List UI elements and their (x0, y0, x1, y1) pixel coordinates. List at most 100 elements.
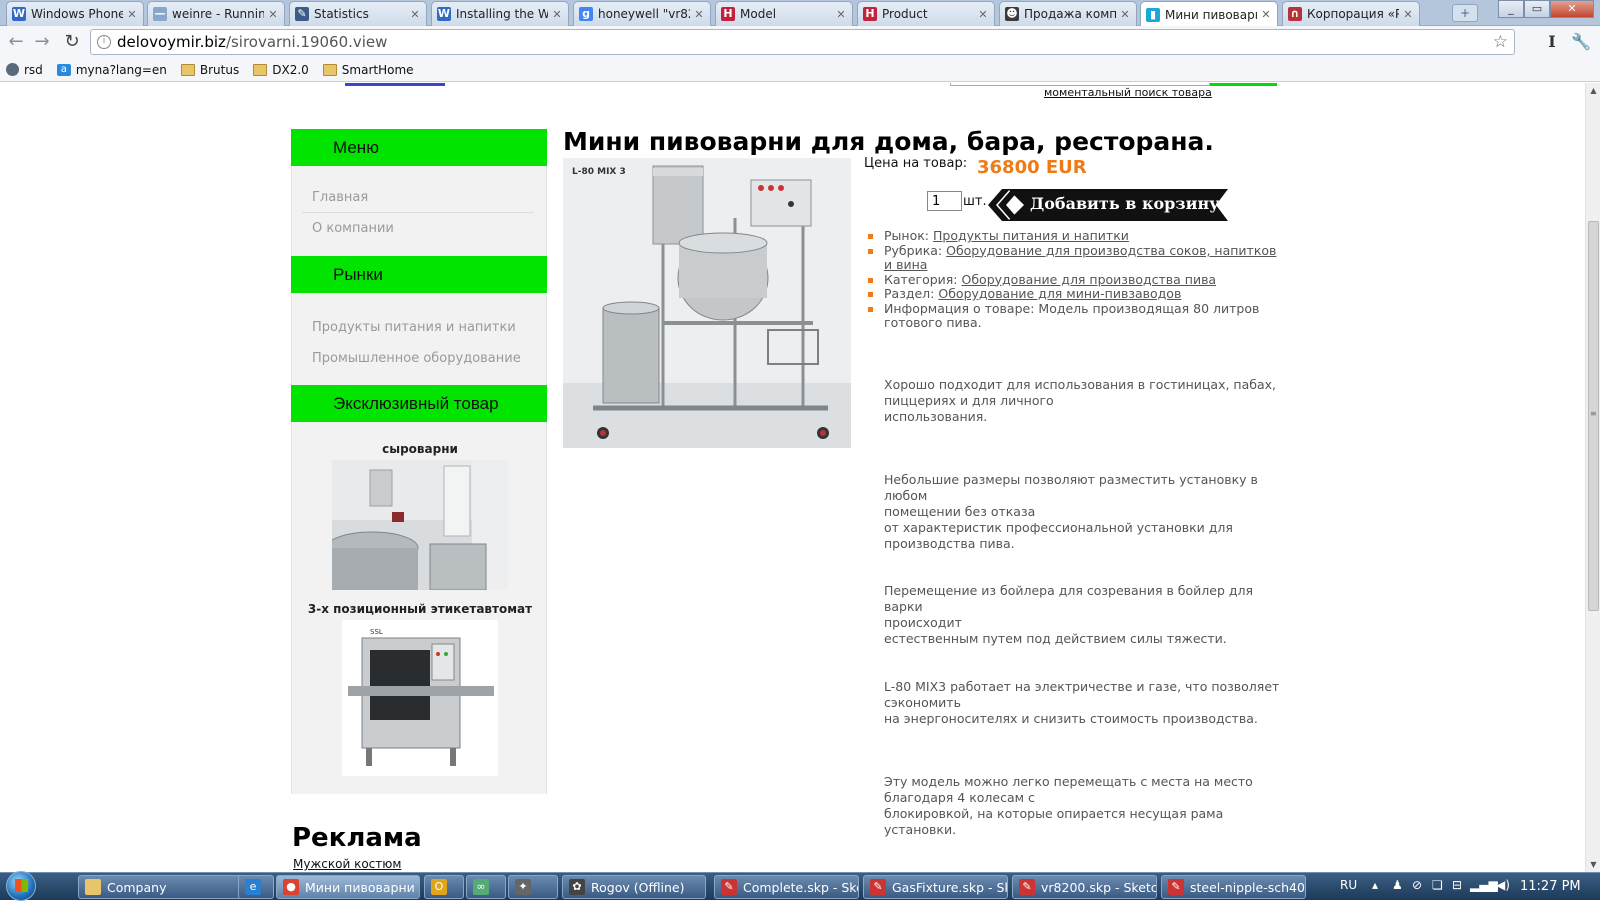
close-icon[interactable]: ✕ (409, 8, 421, 21)
new-tab-button[interactable]: + (1452, 4, 1478, 22)
taskbar-item-app[interactable]: ∞ (466, 875, 506, 899)
taskbar-item-app[interactable]: ✦ (508, 875, 558, 899)
minimize-button[interactable]: _ (1498, 0, 1524, 18)
taskbar-item-ie[interactable]: e (238, 875, 274, 899)
fact-label: Информация о товаре: (884, 300, 1035, 316)
wrench-icon[interactable]: 🔧 (1570, 31, 1592, 53)
tab-prodazha[interactable]: ☻ Продажа компле ✕ (999, 1, 1137, 26)
messenger-icon: ✿ (569, 879, 585, 895)
bookmark-star-icon[interactable]: ☆ (1493, 32, 1508, 52)
bookmark-myna[interactable]: a myna?lang=en (56, 63, 167, 77)
window-close-button[interactable]: ✕ (1550, 0, 1594, 18)
page-info-icon[interactable]: i (97, 35, 111, 49)
price-label: Цена на товар: (864, 156, 968, 171)
tab-label: weinre - Running (172, 7, 264, 21)
fact-info: Информация о товаре: Модель производящая… (868, 300, 1288, 331)
tab-honeywell[interactable]: g honeywell "vr8200 ✕ (573, 1, 711, 26)
maximize-button[interactable]: ▭ (1524, 0, 1550, 18)
extension-icon[interactable]: I (1541, 31, 1563, 53)
network-icon[interactable]: ▂▄▆ (1470, 878, 1498, 892)
description-line: Перемещение из бойлера для созревания в … (884, 583, 1254, 614)
close-icon[interactable]: ✕ (1402, 8, 1414, 21)
tray-app-icon[interactable]: ♟ (1392, 878, 1403, 892)
chrome-icon: ● (283, 879, 299, 895)
tab-model[interactable]: H Model ✕ (715, 1, 853, 26)
start-button[interactable] (6, 871, 36, 901)
fact-link[interactable]: Оборудование для мини-пивзаводов (938, 286, 1181, 301)
cheese-vat-image[interactable] (325, 460, 508, 591)
taskbar-item-sketchup[interactable]: ✎ GasFixture.skp - Sk... (863, 875, 1008, 899)
markets-header: Рынки (291, 256, 547, 293)
tray-app-icon[interactable]: ⊘ (1412, 878, 1422, 892)
tab-windows-phone[interactable]: W Windows Phone M ✕ (6, 1, 144, 26)
fact-link[interactable]: Оборудование для производства соков, нап… (884, 243, 1276, 273)
taskbar-item-messenger[interactable]: ✿ Rogov (Offline) (562, 875, 706, 899)
fact-link[interactable]: Продукты питания и напитки (933, 228, 1129, 243)
tray-app-icon[interactable]: ⊟ (1452, 878, 1462, 892)
bookmark-rsd[interactable]: rsd (6, 63, 43, 77)
taskbar-item-outlook[interactable]: O (424, 875, 464, 899)
back-arrow-icon[interactable]: ← (4, 30, 28, 54)
tab-korporaciya[interactable]: ∩ Корпорация «Рос ✕ (1282, 1, 1420, 26)
fact-link[interactable]: Оборудование для производства пива (962, 272, 1217, 287)
bookmark-brutus[interactable]: Brutus (180, 63, 239, 77)
close-icon[interactable]: ✕ (977, 8, 989, 21)
description-paragraph: Эту модель можно легко перемещать с мест… (884, 774, 1284, 838)
scroll-up-icon[interactable]: ▲ (1586, 83, 1600, 98)
taskbar-item-sketchup[interactable]: ✎ vr8200.skp - Sketch... (1012, 875, 1157, 899)
product-image[interactable]: L-80 MIX 3 (563, 158, 851, 448)
description-line: L-80 MIX3 работает на электричестве и га… (884, 679, 1280, 694)
quantity-input[interactable] (927, 191, 962, 211)
exclusive-item-title[interactable]: 3-х позиционный этикетавтомат (292, 602, 548, 616)
forward-arrow-icon[interactable]: → (30, 30, 54, 54)
search-button[interactable] (1210, 83, 1277, 86)
quantity-unit: шт. (963, 194, 987, 209)
labeling-machine-image[interactable]: SSL (342, 620, 498, 776)
tray-expand-icon[interactable]: ▴ (1372, 878, 1378, 892)
volume-icon[interactable]: ◀) (1496, 878, 1510, 892)
bookmark-dx20[interactable]: DX2.0 (253, 63, 309, 77)
tab-statistics[interactable]: ✎ Statistics ✕ (289, 1, 427, 26)
close-icon[interactable]: ✕ (551, 8, 563, 21)
scroll-down-icon[interactable]: ▼ (1586, 857, 1600, 872)
tab-product[interactable]: H Product ✕ (857, 1, 995, 26)
price-value: 36800 EUR (977, 157, 1087, 178)
bookmark-label: rsd (24, 62, 43, 77)
address-bar[interactable]: i delovoymir.biz/sirovarni.19060.view ☆ (90, 29, 1515, 55)
description-line: происходит (884, 615, 962, 630)
ads-link[interactable]: Мужской костюм (293, 857, 401, 871)
close-icon[interactable]: ✕ (693, 8, 705, 21)
tab-label: Product (882, 7, 928, 21)
instant-search-link[interactable]: моментальный поиск товара (1044, 86, 1212, 99)
taskbar-item-sketchup[interactable]: ✎ Complete.skp - Ske... (714, 875, 859, 899)
menu-item-about[interactable]: О компании (312, 221, 394, 236)
exclusive-item-title[interactable]: сыроварни (292, 442, 548, 456)
close-icon[interactable]: ✕ (1119, 8, 1131, 21)
page-scrollbar[interactable]: ▲ ≡ ▼ (1585, 83, 1600, 872)
bookmark-smarthome[interactable]: SmartHome (322, 63, 414, 77)
taskbar-item-chrome[interactable]: ● Мини пивоварни ... (276, 875, 420, 899)
model-label: L-80 MIX 3 (572, 167, 626, 177)
market-item-food[interactable]: Продукты питания и напитки (312, 320, 516, 335)
clock[interactable]: 11:27 PM (1520, 879, 1581, 894)
markets-list: Продукты питания и напитки Промышленное … (291, 293, 547, 385)
page-icon: ▮ (1146, 7, 1160, 22)
tab-mini-pivovarni[interactable]: ▮ Мини пивоварни ✕ (1140, 1, 1278, 27)
tray-app-icon[interactable]: ❏ (1432, 878, 1443, 892)
close-icon[interactable]: ✕ (1260, 8, 1272, 21)
add-to-cart-button[interactable] (988, 189, 1228, 221)
taskbar-item-company[interactable]: Company (78, 875, 264, 899)
tab-weinre[interactable]: — weinre - Running ✕ (147, 1, 285, 26)
reload-icon[interactable]: ↻ (60, 30, 84, 54)
taskbar-item-sketchup[interactable]: ✎ steel-nipple-sch40... (1161, 875, 1306, 899)
nav-tab-bar[interactable] (345, 83, 445, 86)
market-item-industrial[interactable]: Промышленное оборудование (312, 351, 521, 366)
close-icon[interactable]: ✕ (126, 8, 138, 21)
close-icon[interactable]: ✕ (835, 8, 847, 21)
menu-item-home[interactable]: Главная (312, 190, 368, 205)
language-indicator[interactable]: RU (1340, 878, 1357, 892)
url-path: /sirovarni.19060.view (225, 33, 388, 51)
close-icon[interactable]: ✕ (267, 8, 279, 21)
tab-installing[interactable]: W Installing the Win ✕ (431, 1, 569, 26)
menu-header: Меню (291, 129, 547, 166)
